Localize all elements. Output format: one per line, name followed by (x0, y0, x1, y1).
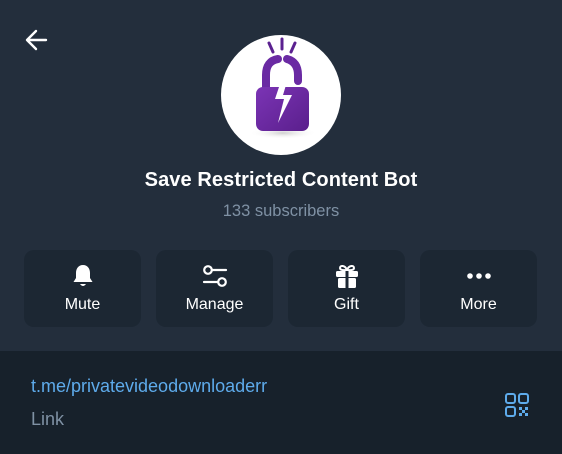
sliders-icon (202, 265, 227, 287)
padlock-lightning-logo (249, 37, 317, 139)
link-caption: Link (31, 409, 65, 429)
manage-label: Manage (185, 296, 244, 313)
profile-header: Save Restricted Content Bot 133 subscrib… (0, 0, 562, 351)
bell-icon (73, 265, 92, 286)
more-dots-icon (466, 273, 491, 279)
gift-icon (335, 264, 358, 288)
subscriber-count: 133 subscribers (222, 202, 340, 220)
qr-code-icon (505, 393, 529, 417)
mute-label: Mute (64, 296, 101, 313)
back-button[interactable] (20, 24, 52, 56)
manage-button[interactable]: Manage (156, 250, 273, 327)
channel-link[interactable]: t.me/privatevideodownloaderr (31, 376, 267, 397)
gift-button[interactable]: Gift (288, 250, 405, 327)
back-arrow-icon (25, 29, 48, 51)
qr-code-button[interactable] (503, 391, 531, 419)
more-label: More (460, 296, 497, 313)
mute-button[interactable]: Mute (24, 250, 141, 327)
channel-avatar[interactable] (221, 35, 341, 155)
gift-label: Gift (334, 296, 359, 313)
channel-title: Save Restricted Content Bot (144, 169, 418, 191)
action-buttons: Mute Manage Gift More (24, 250, 537, 327)
more-button[interactable]: More (420, 250, 537, 327)
link-info-row[interactable] (0, 351, 562, 454)
